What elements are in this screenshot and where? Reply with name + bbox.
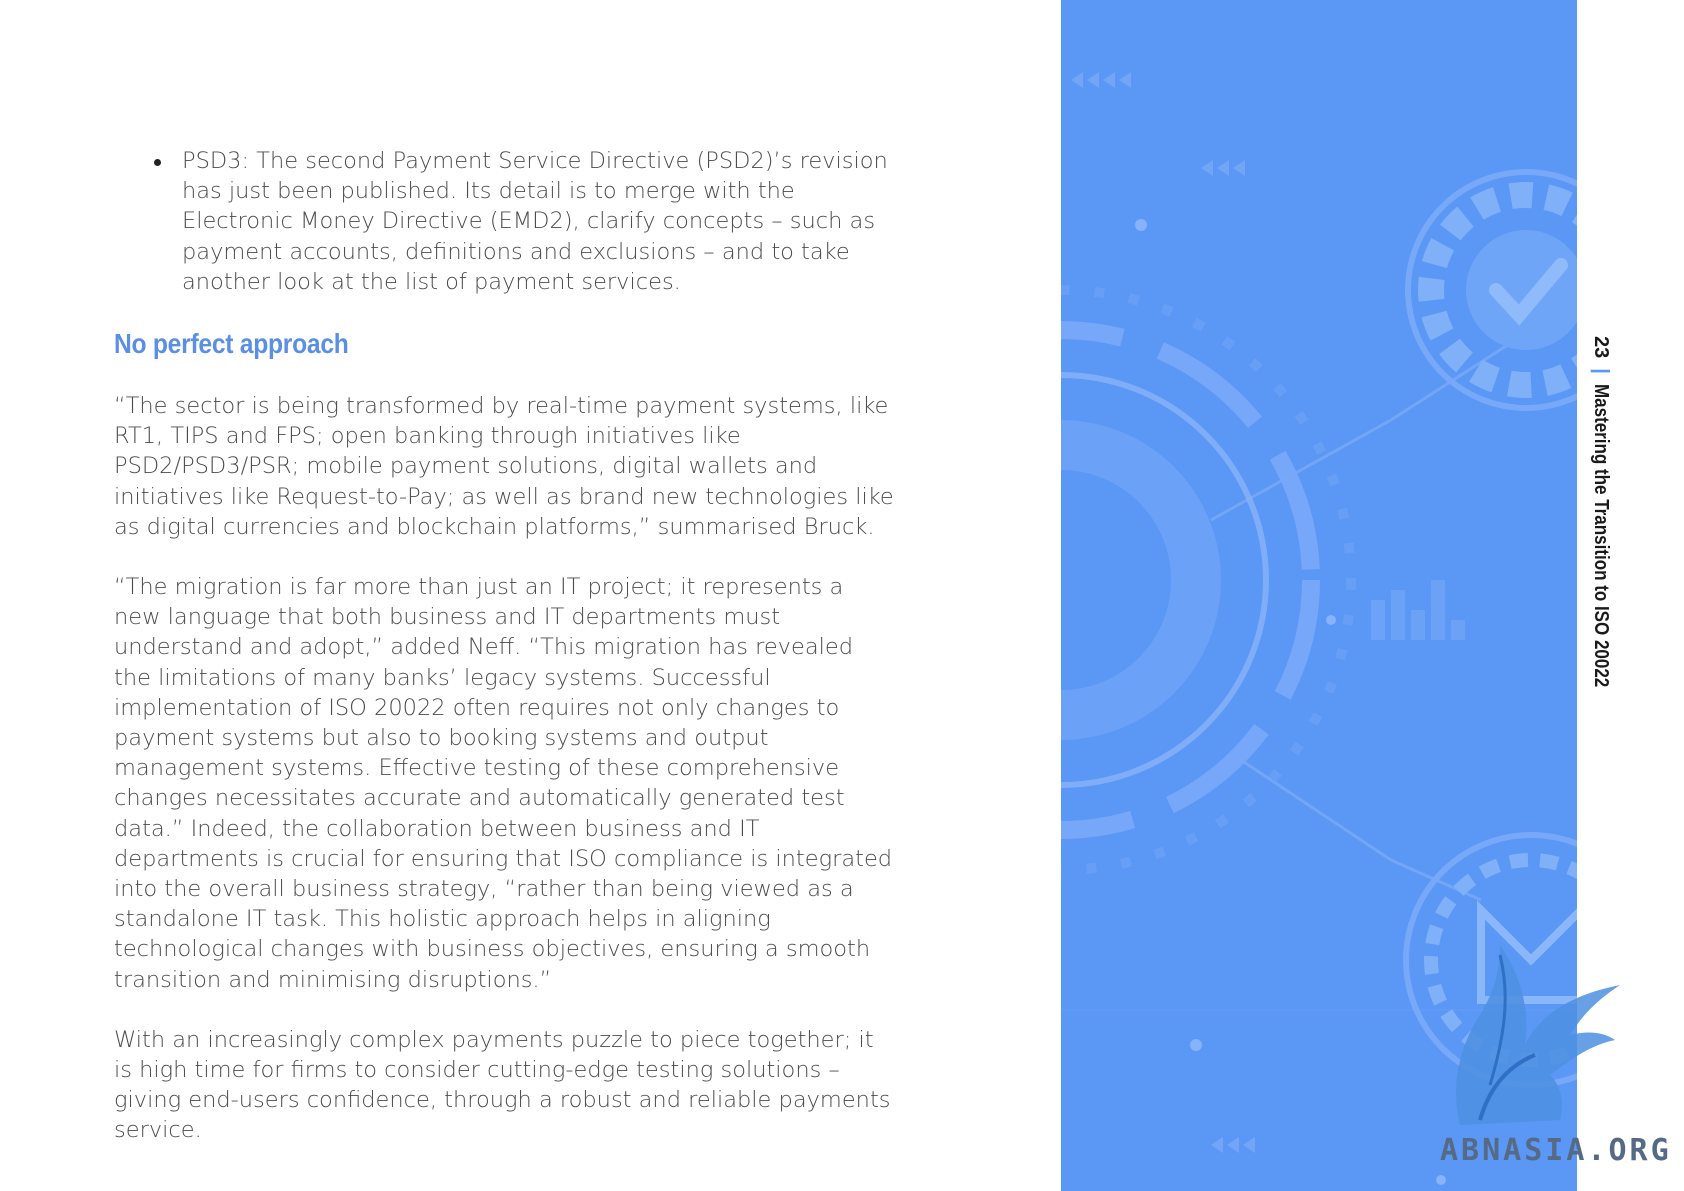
header-separator: | [1590,368,1612,374]
paragraph-quote-neff: “The migration is far more than just an … [114,574,893,993]
main-content: PSD3: The second Payment Service Directi… [114,146,894,1146]
page-number: 23 [1590,336,1612,359]
running-header: 23 | Mastering the Transition to ISO 20022 [1589,336,1612,741]
bullet-list: PSD3: The second Payment Service Directi… [114,146,894,297]
document-title: Mastering the Transition to ISO 20022 [1590,383,1612,688]
gear-decoration-icon [1061,285,1356,875]
list-item: PSD3: The second Payment Service Directi… [154,146,894,297]
section-heading: No perfect approach [114,328,349,360]
griffin-logo-icon [1440,935,1630,1140]
watermark-text: ABNASIA.ORG [1440,1133,1672,1168]
paragraph-conclusion: With an increasingly complex payments pu… [114,1026,891,1144]
checkmark-gear-icon [1405,169,1577,411]
paragraph-quote-bruck: “The sector is being transformed by real… [114,393,894,540]
